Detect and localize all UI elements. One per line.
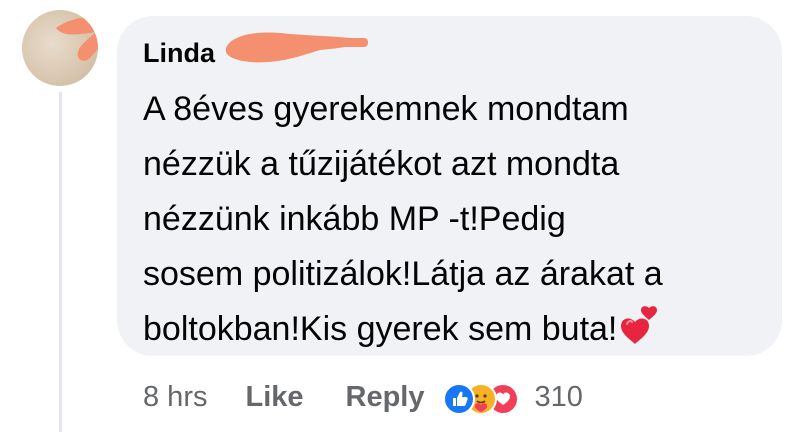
comment-line: A 8éves gyerekemnek mondtam (143, 90, 629, 128)
comment-actions: 8 hrs Like Reply 310 (143, 374, 583, 420)
comment-line: nézzük a tűzijátékot azt mondta (143, 145, 620, 183)
reaction-count: 310 (534, 380, 583, 413)
redaction-scribble-avatar (56, 17, 98, 61)
thread-line (59, 92, 62, 432)
heart-exclamation-emoji-icon (619, 306, 665, 346)
comment-screen: Linda A 8éves gyerekemnek mondtam nézzük… (0, 0, 800, 432)
comment-text: A 8éves gyerekemnek mondtam nézzük a tűz… (143, 82, 763, 357)
author-name[interactable]: Linda (143, 38, 215, 69)
comment-line-text: boltokban!Kis gyerek sem buta! (143, 310, 618, 348)
comment-line: nézzünk inkább MP -t!Pedig (143, 200, 566, 238)
timestamp[interactable]: 8 hrs (143, 381, 207, 414)
avatar[interactable] (22, 10, 98, 86)
comment-line-last: boltokban!Kis gyerek sem buta! (143, 302, 763, 357)
reactions-summary[interactable]: 310 (442, 380, 583, 415)
reply-button[interactable]: Reply (346, 381, 425, 414)
like-button[interactable]: Like (245, 381, 303, 414)
comment-line: sosem politizálok!Látja az árakat a (143, 255, 663, 293)
author-row: Linda (143, 33, 215, 73)
redaction-scribble-name (225, 32, 368, 63)
reaction-icons (442, 380, 529, 415)
like-reaction-icon (442, 383, 475, 415)
